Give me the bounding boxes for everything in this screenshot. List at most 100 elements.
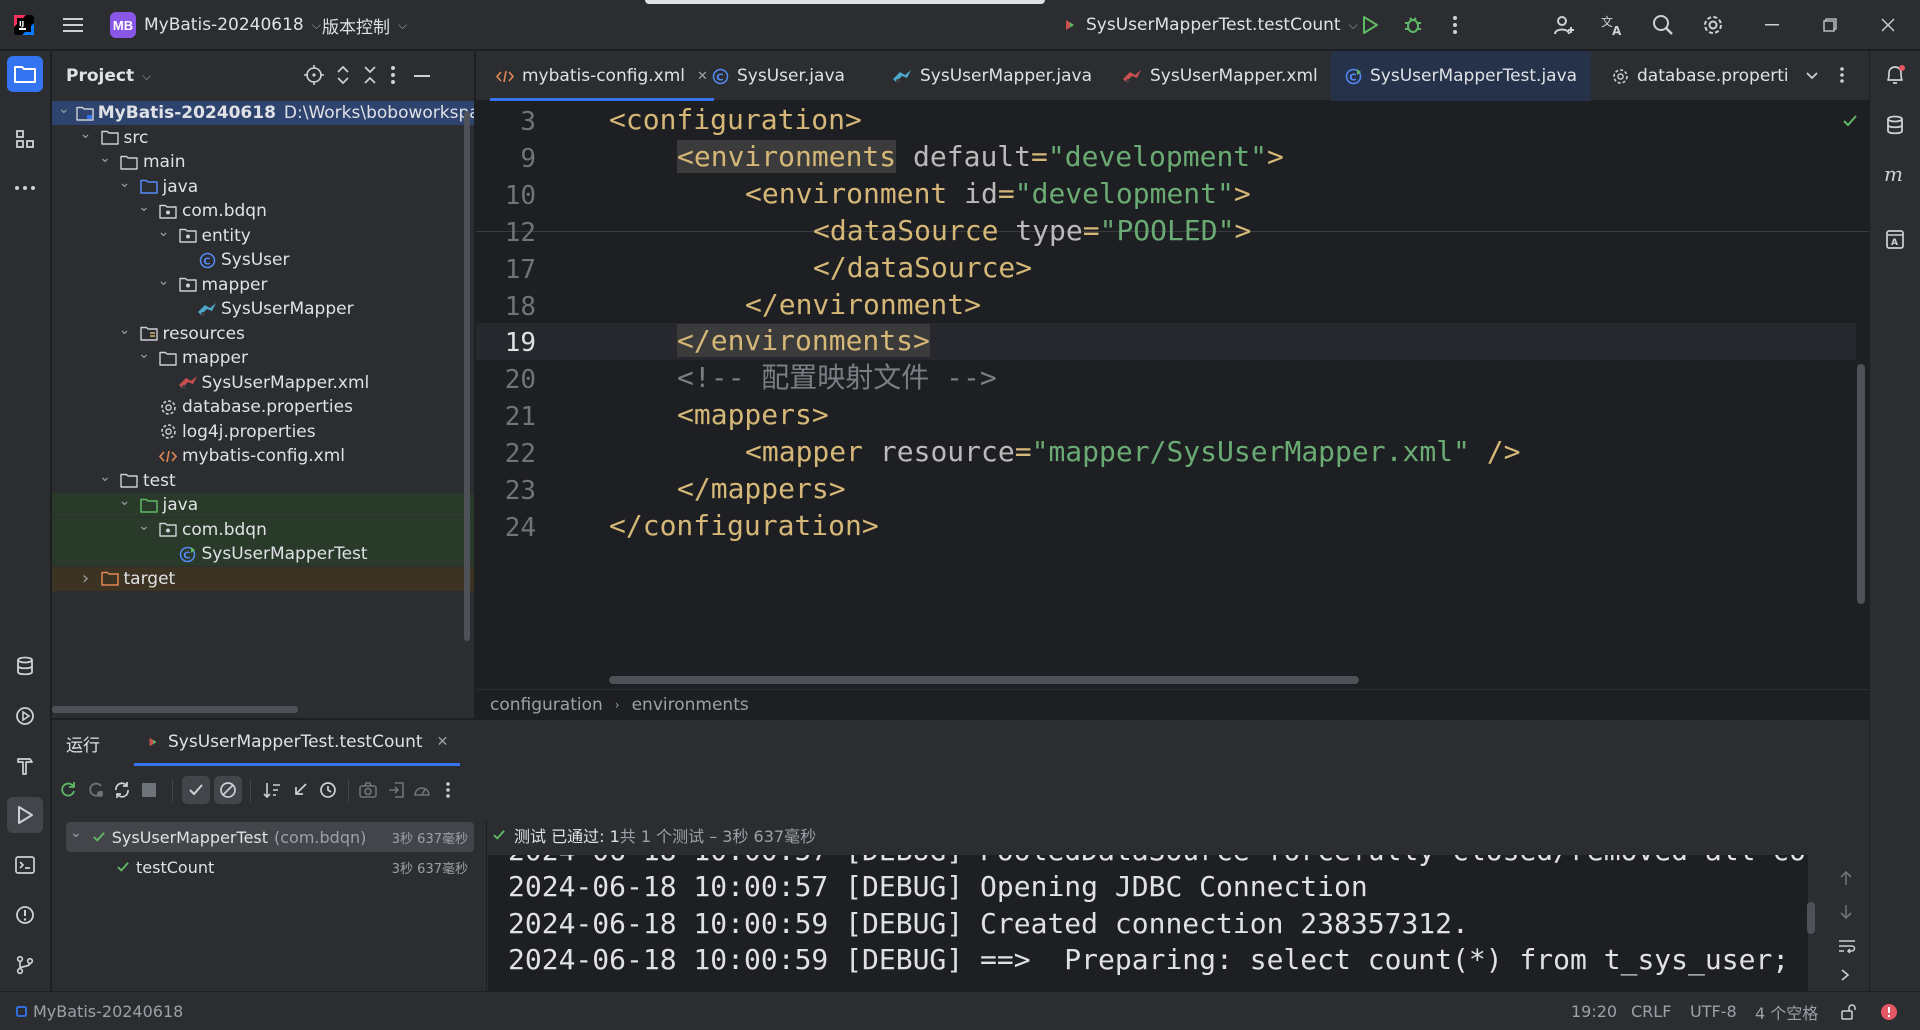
- chevron-down-icon[interactable]: ⌄: [70, 825, 82, 841]
- show-ignored-icon[interactable]: [214, 776, 242, 804]
- console-scrollbar[interactable]: [1807, 902, 1815, 934]
- build-hammer-icon[interactable]: [7, 748, 43, 784]
- chevron-down-icon[interactable]: ⌄: [97, 469, 113, 485]
- chevron-down-icon[interactable]: ⌄: [136, 518, 152, 534]
- tree-item[interactable]: ⌄ test: [52, 469, 474, 493]
- editor-horizontal-scrollbar[interactable]: [609, 676, 1359, 684]
- chevron-right-icon[interactable]: ›: [78, 568, 94, 589]
- editor-tab[interactable]: C SysUser.java: [706, 51, 851, 101]
- lock-icon[interactable]: [1840, 992, 1856, 1030]
- add-user-icon[interactable]: [1546, 7, 1582, 43]
- more-actions-icon[interactable]: [1437, 7, 1473, 43]
- error-indicator-icon[interactable]: [1880, 992, 1898, 1030]
- tree-item[interactable]: mybatis-config.xml: [52, 444, 474, 468]
- project-tool-folder-icon[interactable]: [7, 56, 43, 92]
- tree-item[interactable]: database.properties: [52, 395, 474, 419]
- test-result-row[interactable]: testCount 3秒 637毫秒: [66, 853, 474, 881]
- structure-icon[interactable]: [7, 121, 43, 157]
- run-config-tab[interactable]: SysUserMapperTest.testCount ✕: [134, 720, 461, 766]
- collapse-icon[interactable]: [286, 776, 314, 804]
- tree-item[interactable]: ⌄ java: [52, 493, 474, 517]
- indent-setting[interactable]: 4 个空格: [1755, 992, 1818, 1030]
- services-icon[interactable]: [7, 698, 43, 734]
- panel-options-icon[interactable]: [390, 65, 412, 87]
- caret-position[interactable]: 19:20: [1571, 992, 1617, 1030]
- editor-tab[interactable]: SysUserMapper.java: [886, 51, 1098, 101]
- chevron-down-icon[interactable]: ⌄: [117, 322, 133, 338]
- database-icon[interactable]: [1877, 107, 1913, 143]
- more-options-icon[interactable]: [434, 776, 462, 804]
- scroll-up-arrow-icon[interactable]: [1839, 870, 1859, 890]
- rerun-icon[interactable]: [54, 776, 82, 804]
- editor-vertical-scrollbar[interactable]: [1857, 364, 1865, 604]
- hide-panel-icon[interactable]: [414, 75, 430, 77]
- search-icon[interactable]: [1645, 7, 1681, 43]
- tree-item[interactable]: SysUserMapper: [52, 297, 474, 321]
- collapse-all-icon[interactable]: [362, 65, 384, 87]
- tree-item[interactable]: › target: [52, 566, 474, 591]
- console-output[interactable]: 2024-06-18 10:00:57 [DEBUG] PooledDataSo…: [488, 855, 1808, 991]
- test-result-row[interactable]: ⌄ SysUserMapperTest (com.bdqn) 3秒 637毫秒: [66, 823, 474, 851]
- breadcrumb-item[interactable]: environments: [632, 695, 749, 715]
- soft-wrap-icon[interactable]: [1838, 938, 1860, 958]
- editor-tab[interactable]: mybatis-config.xml ✕: [490, 51, 714, 101]
- editor-tab[interactable]: C SysUserMapperTest.java: [1331, 51, 1592, 101]
- chevron-down-icon[interactable]: ⌄: [97, 150, 113, 166]
- tree-horizontal-scrollbar[interactable]: [52, 706, 298, 713]
- camera-icon[interactable]: [354, 776, 382, 804]
- line-separator[interactable]: CRLF: [1631, 992, 1671, 1030]
- stop-icon[interactable]: [135, 776, 163, 804]
- tree-item[interactable]: SysUserMapper.xml: [52, 371, 474, 395]
- vcs-menu[interactable]: 版本控制 ⌵: [322, 0, 407, 50]
- breadcrumb-item[interactable]: configuration: [490, 695, 603, 715]
- locate-file-icon[interactable]: [304, 65, 326, 87]
- tree-item[interactable]: log4j.properties: [52, 420, 474, 444]
- show-passed-check-icon[interactable]: [182, 776, 210, 804]
- expand-all-icon[interactable]: [335, 65, 357, 87]
- tree-item[interactable]: ⌄ main: [52, 150, 474, 174]
- chevron-down-icon[interactable]: ⌄: [78, 126, 94, 142]
- restore-icon[interactable]: [1812, 7, 1848, 43]
- chevron-down-icon[interactable]: ⌄: [136, 199, 152, 215]
- run-icon[interactable]: [1352, 7, 1388, 43]
- tree-item[interactable]: ⌄ com.bdqn: [52, 517, 474, 542]
- close-tab-icon[interactable]: ✕: [437, 734, 449, 750]
- run-config-selector[interactable]: SysUserMapperTest.testCount ⌵: [1062, 0, 1358, 50]
- tree-vertical-scrollbar[interactable]: [464, 111, 470, 641]
- file-encoding[interactable]: UTF-8: [1690, 992, 1737, 1030]
- status-project[interactable]: MyBatis-20240618: [16, 992, 183, 1030]
- scroll-down-arrow-icon[interactable]: [1839, 904, 1859, 924]
- database-tool-icon[interactable]: [7, 648, 43, 684]
- rerun-failed-icon[interactable]: [82, 776, 110, 804]
- tree-item[interactable]: ⌄ entity: [52, 224, 474, 248]
- editor-tab[interactable]: database.properties: [1606, 51, 1793, 101]
- debug-icon[interactable]: [1395, 7, 1431, 43]
- coverage-icon[interactable]: [408, 776, 436, 804]
- tree-item[interactable]: ⌄ resources: [52, 322, 474, 346]
- tree-item[interactable]: ⌄ mapper: [52, 273, 474, 297]
- ai-assistant-icon[interactable]: A: [1877, 221, 1913, 257]
- tree-item[interactable]: ⌄ mapper: [52, 346, 474, 370]
- git-branch-icon[interactable]: [7, 947, 43, 983]
- intellij-logo-icon[interactable]: IJ: [6, 7, 42, 43]
- main-menu-icon[interactable]: [55, 7, 91, 43]
- tab-list-chevron-icon[interactable]: [1804, 67, 1824, 87]
- tree-item[interactable]: ⌄ MyBatis-20240618 D:\Works\boboworkspace: [52, 101, 474, 125]
- sort-icon[interactable]: [258, 776, 286, 804]
- chevron-down-icon[interactable]: ⌄: [156, 273, 172, 289]
- close-window-icon[interactable]: [1870, 7, 1906, 43]
- chevron-down-icon[interactable]: ⌄: [117, 493, 133, 509]
- import-tests-icon[interactable]: [382, 776, 410, 804]
- minimize-icon[interactable]: [1754, 7, 1790, 43]
- history-clock-icon[interactable]: [314, 776, 342, 804]
- notifications-bell-icon[interactable]: [1877, 57, 1913, 93]
- translate-icon[interactable]: 文A: [1595, 7, 1631, 43]
- chevron-down-icon[interactable]: ⌄: [136, 346, 152, 362]
- project-switcher[interactable]: MB MyBatis-20240618 ⌵: [110, 0, 321, 50]
- tree-item[interactable]: ⌄ com.bdqn: [52, 199, 474, 223]
- tree-item[interactable]: ⌄ src: [52, 126, 474, 150]
- tree-item[interactable]: C SysUser: [52, 248, 474, 272]
- chevron-down-icon[interactable]: ⌄: [58, 101, 70, 117]
- terminal-icon[interactable]: [7, 847, 43, 883]
- code-editor[interactable]: 3 <configuration> 9 <environments default="…: [476, 102, 1869, 688]
